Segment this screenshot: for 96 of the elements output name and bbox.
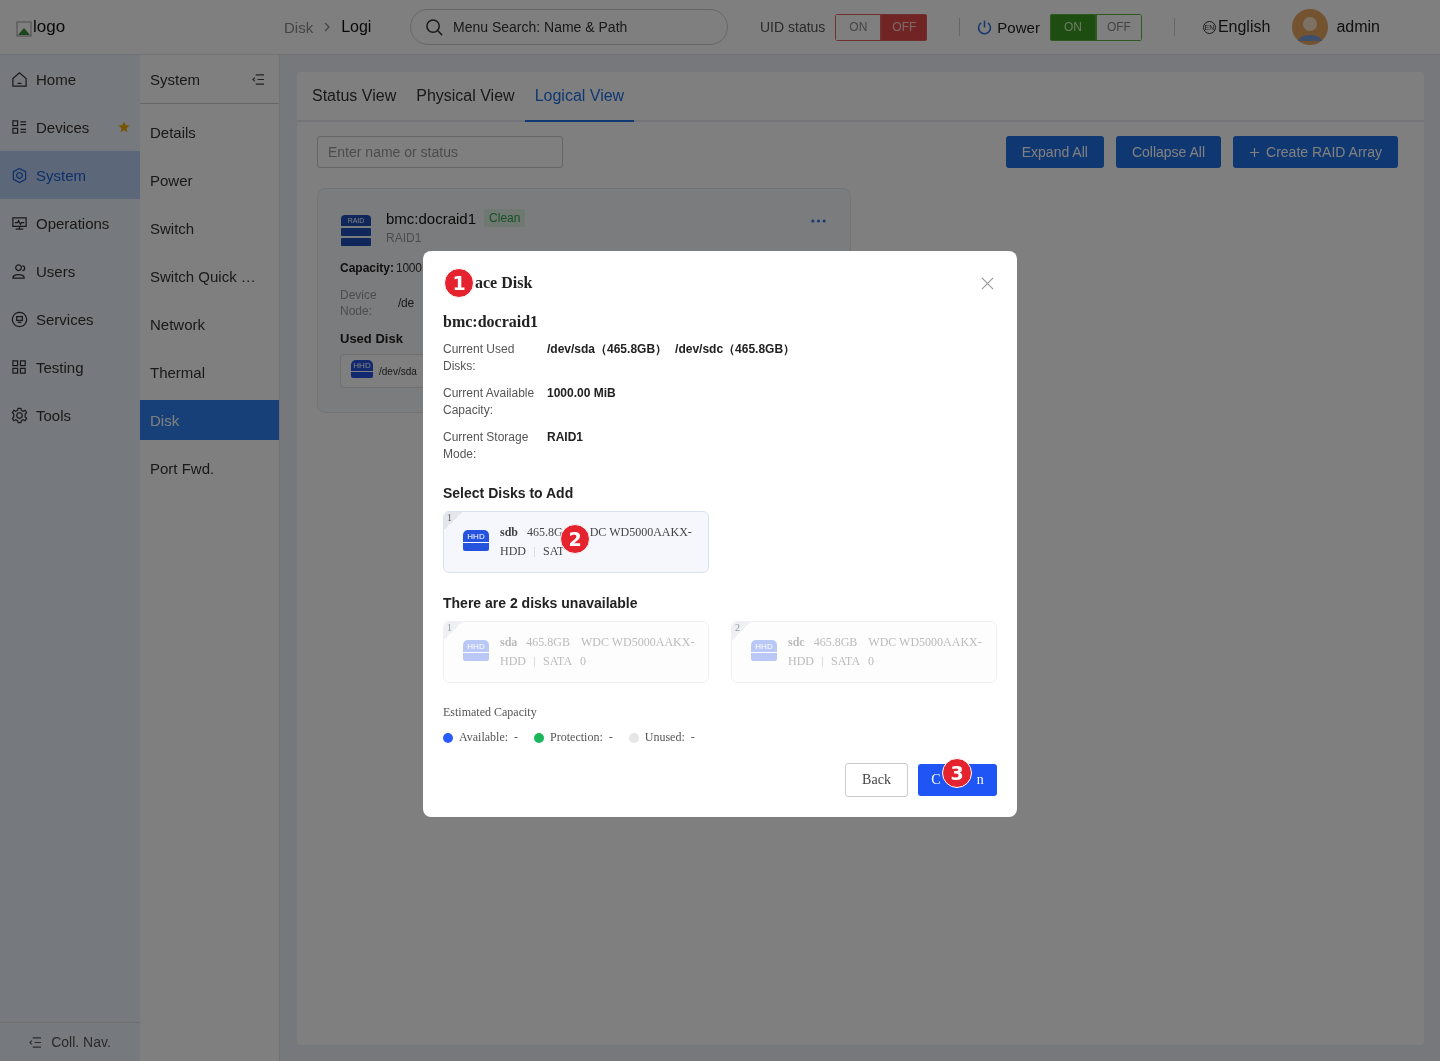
used-disk-label: Used Disk	[340, 331, 404, 347]
disk-type: HDD	[500, 544, 526, 559]
disk-name: sda	[500, 635, 518, 650]
device-node-value: /de	[398, 296, 414, 311]
back-button[interactable]: Back	[845, 763, 908, 797]
action-button[interactable]: Expand All	[1005, 136, 1104, 168]
section-title: Select Disks to Add	[443, 485, 575, 501]
disk-model: WDC WD5000AAKX-	[581, 635, 695, 650]
subnav-item[interactable]: Switch	[140, 208, 279, 248]
nav-item[interactable]: Users	[0, 247, 140, 295]
legend-label: Unused:	[644, 730, 685, 745]
nav-item[interactable]: Tools	[0, 391, 140, 439]
nav-icon	[11, 214, 28, 232]
disk-index: 1	[444, 512, 462, 530]
legend-label: Available:	[459, 730, 509, 745]
disk-size: 465.8GB	[813, 635, 858, 650]
nav-icon	[11, 358, 28, 376]
raid-name: bmc:docraid1	[386, 209, 477, 227]
subnav-item[interactable]: Power	[140, 160, 279, 200]
capacity-value: 1000	[396, 261, 422, 275]
status-tag: Clean	[484, 209, 526, 227]
avatar-icon[interactable]	[1292, 9, 1329, 45]
disk-model: WDC WD5000AAKX-	[868, 635, 982, 650]
subnav-title: System	[150, 70, 200, 88]
disk-index: 1	[444, 622, 462, 640]
disk-name: sdc	[788, 635, 805, 650]
search-field[interactable]: Menu Search: Name & Path	[410, 9, 728, 45]
subnav-item[interactable]: Port Fwd.	[140, 448, 279, 488]
annotation-marker: 3	[942, 758, 972, 788]
user-name[interactable]: admin	[1336, 18, 1380, 36]
info-value: RAID1	[547, 429, 583, 446]
subnav-item[interactable]: Details	[140, 112, 279, 152]
action-button[interactable]: Create RAID Array	[1233, 136, 1398, 168]
subnav-item[interactable]: Network	[140, 304, 279, 344]
collapse-menu-icon[interactable]	[252, 73, 265, 85]
nav-icon	[11, 310, 28, 328]
action-button[interactable]: Collapse All	[1115, 136, 1222, 168]
power-toggle-option[interactable]: ON	[1049, 13, 1096, 41]
disk-index: 2	[732, 622, 750, 640]
uid-toggle-option[interactable]: OFF	[881, 13, 928, 41]
uid-status-label: UID status	[760, 19, 826, 35]
legend-label: Protection:	[550, 730, 603, 745]
disk-size: 465.8GB	[526, 635, 570, 650]
close-icon[interactable]	[981, 276, 994, 290]
tab[interactable]: Physical View	[406, 72, 525, 122]
breadcrumb-item[interactable]: Disk	[284, 18, 314, 36]
info-value: /dev/sdc（465.8GB）	[675, 341, 796, 358]
disk-slot: 0	[580, 654, 587, 669]
disk-model: DC WD5000AAKX-	[589, 525, 692, 540]
search-icon	[425, 18, 444, 37]
tab[interactable]: Status View	[302, 72, 407, 122]
more-icon[interactable]	[811, 219, 826, 223]
disk-type: HDD	[788, 654, 814, 669]
collapse-icon	[29, 1036, 43, 1048]
legend-value: -	[608, 730, 613, 745]
subnav-item[interactable]: Switch Quick …	[140, 256, 279, 296]
annotation-marker: 1	[444, 268, 474, 298]
nav-item[interactable]: Services	[0, 295, 140, 343]
language-selector[interactable]: English	[1217, 18, 1271, 36]
dialog-title: ace Disk	[475, 274, 533, 292]
nav-item[interactable]: System	[0, 151, 140, 199]
capacity-label: Capacity:	[340, 261, 395, 275]
legend-value: -	[514, 730, 519, 745]
nav-icon	[11, 118, 28, 136]
subnav-item[interactable]: Disk	[140, 400, 279, 440]
chevron-icon	[323, 21, 332, 33]
subnav-item[interactable]: Thermal	[140, 352, 279, 392]
nav-item[interactable]: Operations	[0, 199, 140, 247]
disk-type: HDD	[500, 654, 526, 669]
disk-size: 465.8G	[527, 525, 563, 540]
breadcrumb-item[interactable]: Logi	[341, 18, 372, 36]
disk-slot: 0	[868, 654, 875, 669]
nav-item[interactable]: Home	[0, 55, 140, 103]
power-toggle-option[interactable]: OFF	[1095, 13, 1142, 41]
disk-bus: SAT	[543, 544, 565, 559]
nav-icon	[11, 406, 28, 424]
nav-icon	[11, 70, 28, 88]
estimate-title: Estimated Capacity	[443, 705, 538, 720]
disk-bus: SATA	[831, 654, 861, 669]
legend-value: -	[690, 730, 695, 745]
tab[interactable]: Logical View	[524, 72, 635, 122]
power-label: Power	[997, 18, 1040, 36]
nav-icon	[11, 262, 28, 280]
section-title: There are 2 disks unavailable	[443, 595, 639, 611]
disk-name: sdb	[500, 525, 519, 540]
array-name: bmc:docraid1	[443, 313, 540, 331]
uid-toggle-option[interactable]: ON	[835, 13, 882, 41]
broken-image-icon	[16, 21, 32, 37]
nav-item[interactable]: Devices	[0, 103, 140, 151]
power-icon	[976, 18, 994, 36]
plus-icon	[1249, 146, 1261, 158]
logo-alt-text: logo	[33, 17, 66, 37]
nav-item[interactable]: Testing	[0, 343, 140, 391]
disk-bus: SATA	[543, 654, 573, 669]
nav-icon	[11, 166, 28, 184]
info-label: Current Storage Mode:	[443, 429, 530, 463]
